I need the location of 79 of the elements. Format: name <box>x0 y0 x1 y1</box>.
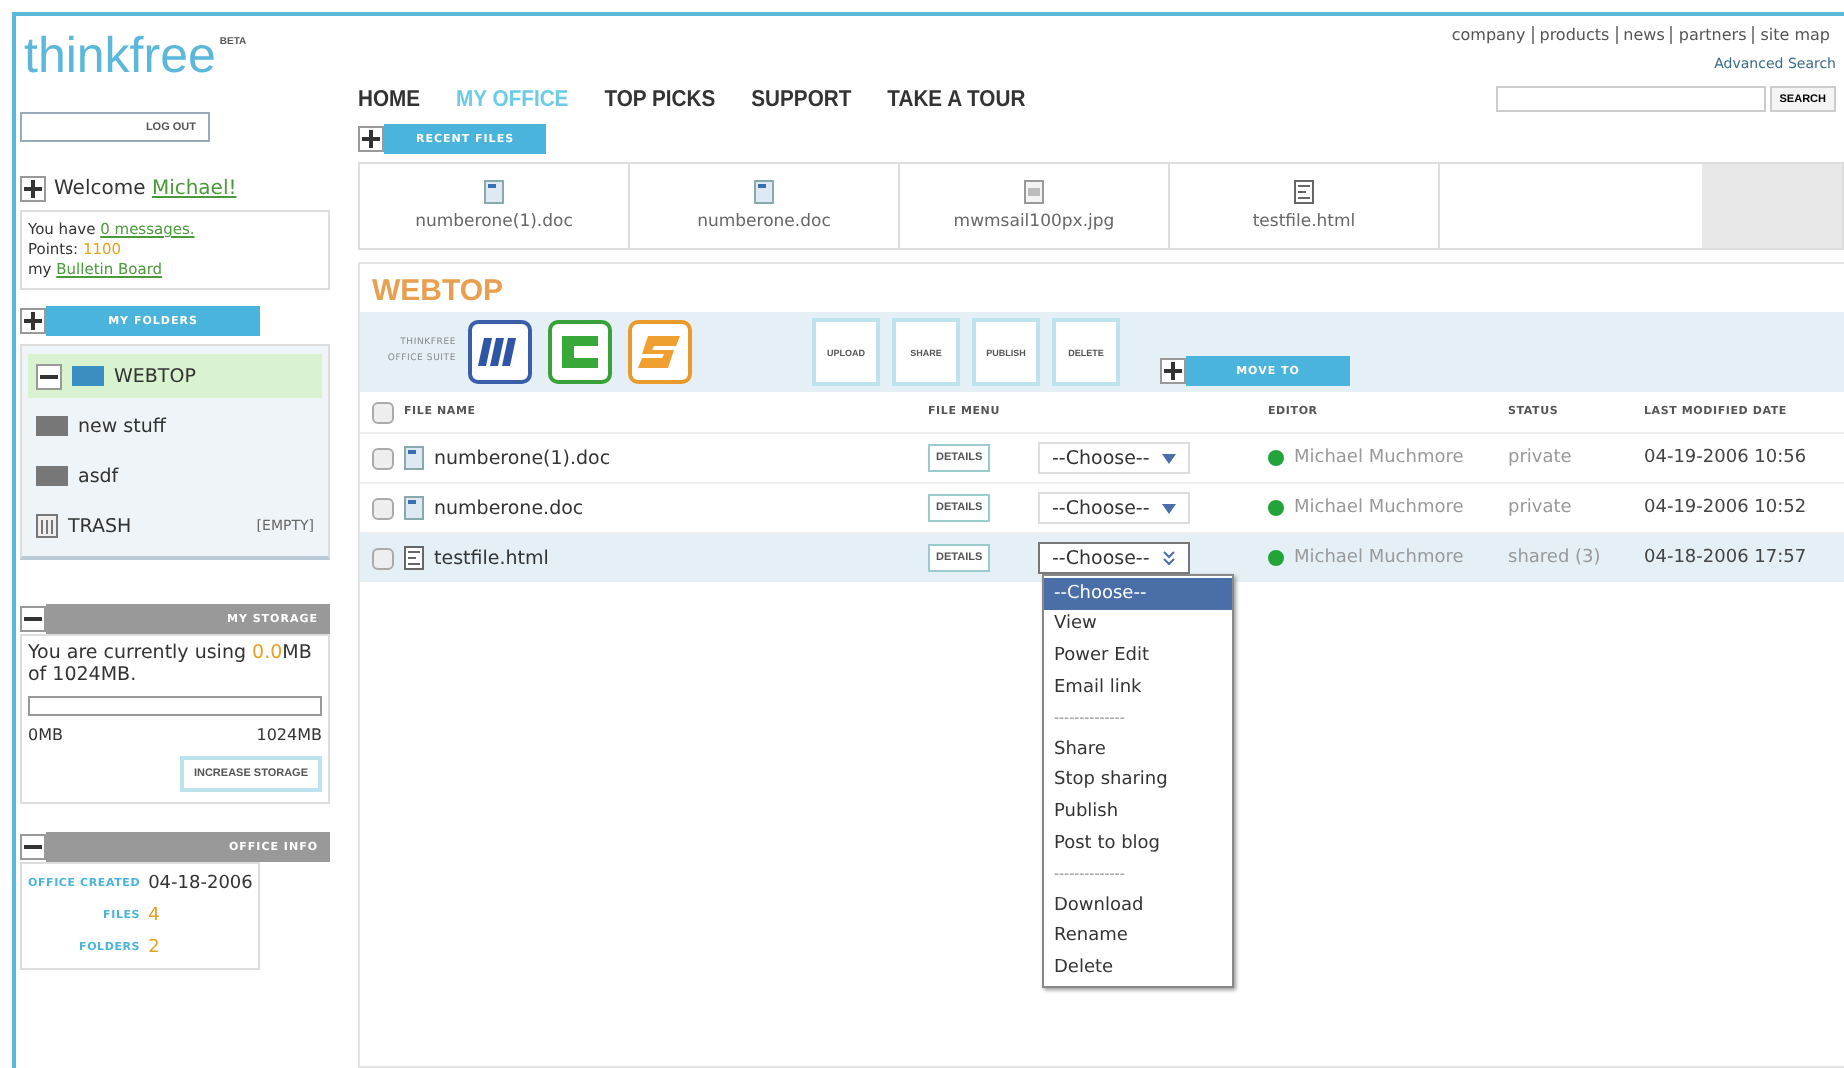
recent-file-link[interactable]: testfile.html <box>1252 212 1356 232</box>
collapse-icon[interactable] <box>36 363 62 389</box>
min-label: 0MB <box>28 726 63 744</box>
dropdown-arrow-icon <box>1161 453 1176 463</box>
editor-name: Michael Muchmore <box>1294 448 1464 468</box>
status-text: shared (3) <box>1508 548 1601 568</box>
recent-file-link[interactable]: mwmsail100px.jpg <box>953 212 1115 232</box>
folder-icon <box>36 466 68 486</box>
checkbox[interactable] <box>372 547 394 569</box>
top-link[interactable]: partners <box>1670 26 1753 44</box>
editor-name: Michael Muchmore <box>1294 548 1464 568</box>
menu-option[interactable]: Download <box>1044 889 1232 922</box>
status-text: private <box>1508 448 1572 468</box>
file-menu-select[interactable]: --Choose-- <box>1038 442 1190 474</box>
menu-option[interactable]: --Choose-- <box>1044 578 1232 610</box>
expand-icon[interactable] <box>1160 358 1186 384</box>
folder-icon <box>72 366 104 386</box>
file-name[interactable]: numberone.doc <box>434 497 584 519</box>
menu-option[interactable]: Delete <box>1044 952 1232 984</box>
web-file-icon <box>404 546 424 570</box>
folder-item[interactable]: asdf <box>28 454 322 498</box>
user-link[interactable]: Michael! <box>151 178 237 200</box>
file-name[interactable]: numberone(1).doc <box>434 447 611 469</box>
checkbox[interactable] <box>372 401 394 423</box>
top-link[interactable]: news <box>1615 26 1671 44</box>
spreadsheet-app-icon[interactable] <box>548 320 612 384</box>
modified-date: 04-19-2006 10:52 <box>1644 498 1807 518</box>
document-icon <box>404 446 424 470</box>
folder-icon <box>36 416 68 436</box>
expand-icon[interactable] <box>20 176 46 202</box>
search-field[interactable] <box>1495 86 1766 112</box>
max-label: 1024MB <box>256 726 322 744</box>
menu-option[interactable]: View <box>1044 609 1232 641</box>
menu-option[interactable]: Power Edit <box>1044 640 1232 672</box>
webtop-title: WEBTOP <box>370 272 506 312</box>
document-icon <box>484 180 504 204</box>
editor-name: Michael Muchmore <box>1294 498 1464 518</box>
menu-option[interactable]: Stop sharing <box>1044 765 1232 797</box>
top-link[interactable]: company <box>1445 26 1532 44</box>
document-icon <box>404 496 424 520</box>
nav-tab[interactable]: SUPPORT <box>751 88 852 112</box>
file-menu-select[interactable]: --Choose-- <box>1038 542 1190 574</box>
recent-file-link[interactable]: numberone(1).doc <box>415 212 573 232</box>
web-file-icon <box>1294 180 1314 204</box>
menu-option[interactable]: Email link <box>1044 671 1232 703</box>
modified-date: 04-18-2006 17:57 <box>1644 548 1807 568</box>
menu-option[interactable]: Share <box>1044 733 1232 766</box>
document-icon <box>754 180 774 204</box>
writer-app-icon[interactable] <box>468 320 532 384</box>
expand-icon[interactable] <box>358 126 384 152</box>
expand-icon[interactable] <box>20 308 46 334</box>
modified-date: 04-19-2006 10:56 <box>1644 448 1807 468</box>
status-text: private <box>1508 498 1572 518</box>
collapse-icon[interactable] <box>20 834 46 860</box>
menu-option[interactable]: Post to blog <box>1044 827 1232 859</box>
nav-tab[interactable]: TOP PICKS <box>604 88 716 112</box>
trash-icon <box>36 514 58 538</box>
file-name[interactable]: testfile.html <box>434 547 549 569</box>
welcome-text: Welcome Michael! <box>54 178 237 200</box>
image-file-icon <box>1024 180 1044 204</box>
nav-tab[interactable]: TAKE A TOUR <box>887 88 1026 112</box>
dropdown-arrow-icon <box>1161 503 1176 513</box>
folder-item[interactable]: WEBTOP <box>28 354 322 398</box>
storage-text: You are currently using 0.0MB of 1024MB. <box>28 642 314 686</box>
nav-tab[interactable]: HOME <box>358 88 421 112</box>
double-chevron-icon <box>1161 550 1176 566</box>
menu-option[interactable]: Publish <box>1044 796 1232 828</box>
folder-item[interactable]: new stuff <box>28 404 322 448</box>
top-link[interactable]: products <box>1531 26 1616 44</box>
recent-file-link[interactable]: numberone.doc <box>697 212 831 232</box>
top-link[interactable]: site map <box>1752 26 1836 44</box>
file-menu-select[interactable]: --Choose-- <box>1038 492 1190 524</box>
menu-option[interactable]: Rename <box>1044 921 1232 953</box>
info-value: 2 <box>148 938 162 958</box>
info-value: 04-18-2006 <box>148 874 253 894</box>
info-value: 4 <box>148 906 162 926</box>
checkbox[interactable] <box>372 497 394 519</box>
collapse-icon[interactable] <box>20 606 46 632</box>
checkbox[interactable] <box>372 447 394 469</box>
